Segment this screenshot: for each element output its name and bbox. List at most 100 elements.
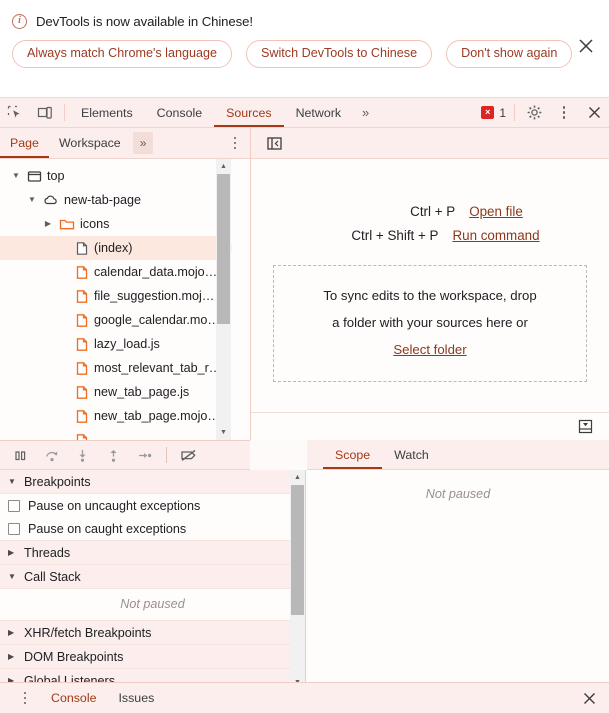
tab-sources[interactable]: Sources [214, 98, 283, 127]
select-folder-link[interactable]: Select folder [393, 342, 466, 357]
shortcut-keys: Ctrl + P [410, 204, 456, 219]
step-over-icon[interactable] [37, 442, 66, 468]
close-devtools-icon[interactable] [579, 100, 609, 126]
scrollbar-track[interactable] [216, 174, 231, 425]
language-notification-banner: i DevTools is now available in Chinese! … [0, 0, 609, 98]
section-xhr-breakpoints[interactable]: ▶ XHR/fetch Breakpoints [0, 621, 305, 645]
main-menu-kebab-icon[interactable] [549, 100, 579, 126]
chevron-right-icon[interactable]: ▶ [8, 628, 18, 637]
dont-show-again-button[interactable]: Don't show again [446, 40, 573, 68]
section-title: Breakpoints [24, 474, 91, 489]
drawer-tab-issues[interactable]: Issues [107, 683, 165, 713]
section-breakpoints[interactable]: ▼ Breakpoints [0, 470, 305, 494]
tree-item-icons[interactable]: ▶ icons [0, 212, 232, 236]
tree-item-lazy-load[interactable]: lazy_load.js [0, 332, 232, 356]
chevron-right-icon[interactable]: ▶ [8, 652, 18, 661]
scope-watch-panel: Scope Watch Not paused [307, 440, 609, 690]
navigator-tab-bar: Page Workspace » [0, 128, 250, 159]
show-drawer-icon[interactable] [570, 414, 600, 440]
pause-on-caught-exceptions-checkbox[interactable] [8, 522, 20, 535]
scrollbar-thumb[interactable] [291, 485, 304, 615]
show-navigator-icon[interactable] [259, 130, 289, 156]
tree-item-most-relevant-tab[interactable]: most_relevant_tab_r… [0, 356, 232, 380]
section-call-stack[interactable]: ▼ Call Stack [0, 565, 305, 589]
pause-on-uncaught-exceptions-row[interactable]: Pause on uncaught exceptions [0, 494, 305, 517]
call-stack-body: Not paused [0, 589, 305, 621]
error-count-badge[interactable]: × 1 [477, 106, 510, 120]
shortcut-open-file: Ctrl + P Open file [251, 204, 609, 219]
step-icon[interactable] [130, 442, 159, 468]
open-file-link[interactable]: Open file [469, 204, 523, 219]
pause-script-icon[interactable] [6, 442, 35, 468]
navigator-tab-page[interactable]: Page [0, 128, 49, 158]
navigator-menu-kebab-icon[interactable] [220, 130, 250, 156]
editor-status-bar [251, 412, 609, 440]
debugger-toolbar-divider [166, 447, 167, 463]
scrollbar-track[interactable] [290, 485, 305, 675]
banner-close-icon[interactable] [575, 35, 597, 57]
step-into-icon[interactable] [68, 442, 97, 468]
navigator-more-chevron-right-icon[interactable]: » [132, 132, 154, 154]
section-threads[interactable]: ▶ Threads [0, 541, 305, 565]
chevron-right-icon[interactable]: ▶ [8, 548, 18, 557]
tab-elements[interactable]: Elements [69, 98, 145, 127]
file-js-icon [75, 361, 89, 376]
scroll-up-arrow-icon[interactable]: ▲ [290, 470, 305, 485]
deactivate-breakpoints-icon[interactable] [174, 442, 203, 468]
tree-item-label: (index) [94, 241, 133, 255]
editor-tab-bar [250, 128, 609, 159]
chevron-down-icon[interactable]: ▼ [10, 170, 22, 182]
workspace-dropzone[interactable]: To sync edits to the workspace, drop a f… [273, 265, 587, 382]
tree-item-partial[interactable] [0, 428, 232, 440]
drawer-menu-kebab-icon[interactable] [10, 685, 40, 711]
step-out-icon[interactable] [99, 442, 128, 468]
drawer-tab-console[interactable]: Console [40, 683, 107, 713]
debugger-sidebar-scrollbar[interactable]: ▲ ▼ [290, 470, 305, 690]
tree-item-calendar-data[interactable]: calendar_data.mojo… [0, 260, 232, 284]
chevron-down-icon[interactable]: ▼ [8, 477, 18, 486]
inspect-element-icon[interactable] [0, 100, 30, 126]
shortcut-run-command: Ctrl + Shift + P Run command [251, 228, 609, 243]
navigator-file-tree: ▼ top ▼ new-tab-page ▶ icons (index) cal… [0, 159, 250, 440]
tab-network[interactable]: Network [284, 98, 353, 127]
tree-item-new-tab-page[interactable]: ▼ new-tab-page [0, 188, 232, 212]
device-toolbar-icon[interactable] [30, 100, 60, 126]
tree-item-index[interactable]: (index) [0, 236, 232, 260]
tab-watch[interactable]: Watch [382, 440, 441, 469]
switch-to-chinese-button[interactable]: Switch DevTools to Chinese [246, 40, 433, 68]
tree-item-label: icons [80, 217, 110, 231]
chevron-right-icon[interactable]: ▶ [42, 218, 54, 230]
devtools-window: i DevTools is now available in Chinese! … [0, 0, 609, 713]
navigator-scrollbar[interactable]: ▲ ▼ [216, 159, 231, 440]
drawer-close-icon[interactable] [582, 691, 597, 706]
pause-on-caught-exceptions-row[interactable]: Pause on caught exceptions [0, 517, 305, 540]
tree-item-top[interactable]: ▼ top [0, 164, 232, 188]
tab-scope[interactable]: Scope [323, 440, 382, 469]
kebab-dots [17, 691, 33, 705]
tree-item-file-suggestion[interactable]: file_suggestion.moj… [0, 284, 232, 308]
tree-item-google-calendar[interactable]: google_calendar.mo… [0, 308, 232, 332]
checkbox-label: Pause on uncaught exceptions [28, 498, 201, 513]
always-match-language-button[interactable]: Always match Chrome's language [12, 40, 233, 68]
run-command-link[interactable]: Run command [452, 228, 539, 243]
scrollbar-thumb[interactable] [217, 174, 230, 324]
debugger-toolbar [0, 440, 250, 470]
gear-icon[interactable] [519, 100, 549, 126]
more-tabs-chevron-right-icon[interactable]: » [353, 105, 378, 120]
scope-panel-body: Not paused [307, 470, 609, 510]
section-dom-breakpoints[interactable]: ▶ DOM Breakpoints [0, 645, 305, 669]
tree-item-new-tab-page-mojo[interactable]: new_tab_page.mojo… [0, 404, 232, 428]
file-js-icon [75, 289, 89, 304]
scroll-up-arrow-icon[interactable]: ▲ [216, 159, 231, 174]
chevron-down-icon[interactable]: ▼ [8, 572, 18, 581]
navigator-tab-workspace[interactable]: Workspace [49, 128, 131, 158]
scroll-down-arrow-icon[interactable]: ▼ [216, 425, 231, 440]
pause-on-uncaught-exceptions-checkbox[interactable] [8, 499, 20, 512]
banner-message-row: i DevTools is now available in Chinese! [12, 10, 597, 32]
chevron-down-icon[interactable]: ▼ [26, 194, 38, 206]
tree-item-new-tab-page-js[interactable]: new_tab_page.js [0, 380, 232, 404]
banner-message: DevTools is now available in Chinese! [36, 13, 253, 29]
folder-icon [59, 217, 75, 232]
section-title: Threads [24, 545, 71, 560]
tab-console[interactable]: Console [145, 98, 214, 127]
